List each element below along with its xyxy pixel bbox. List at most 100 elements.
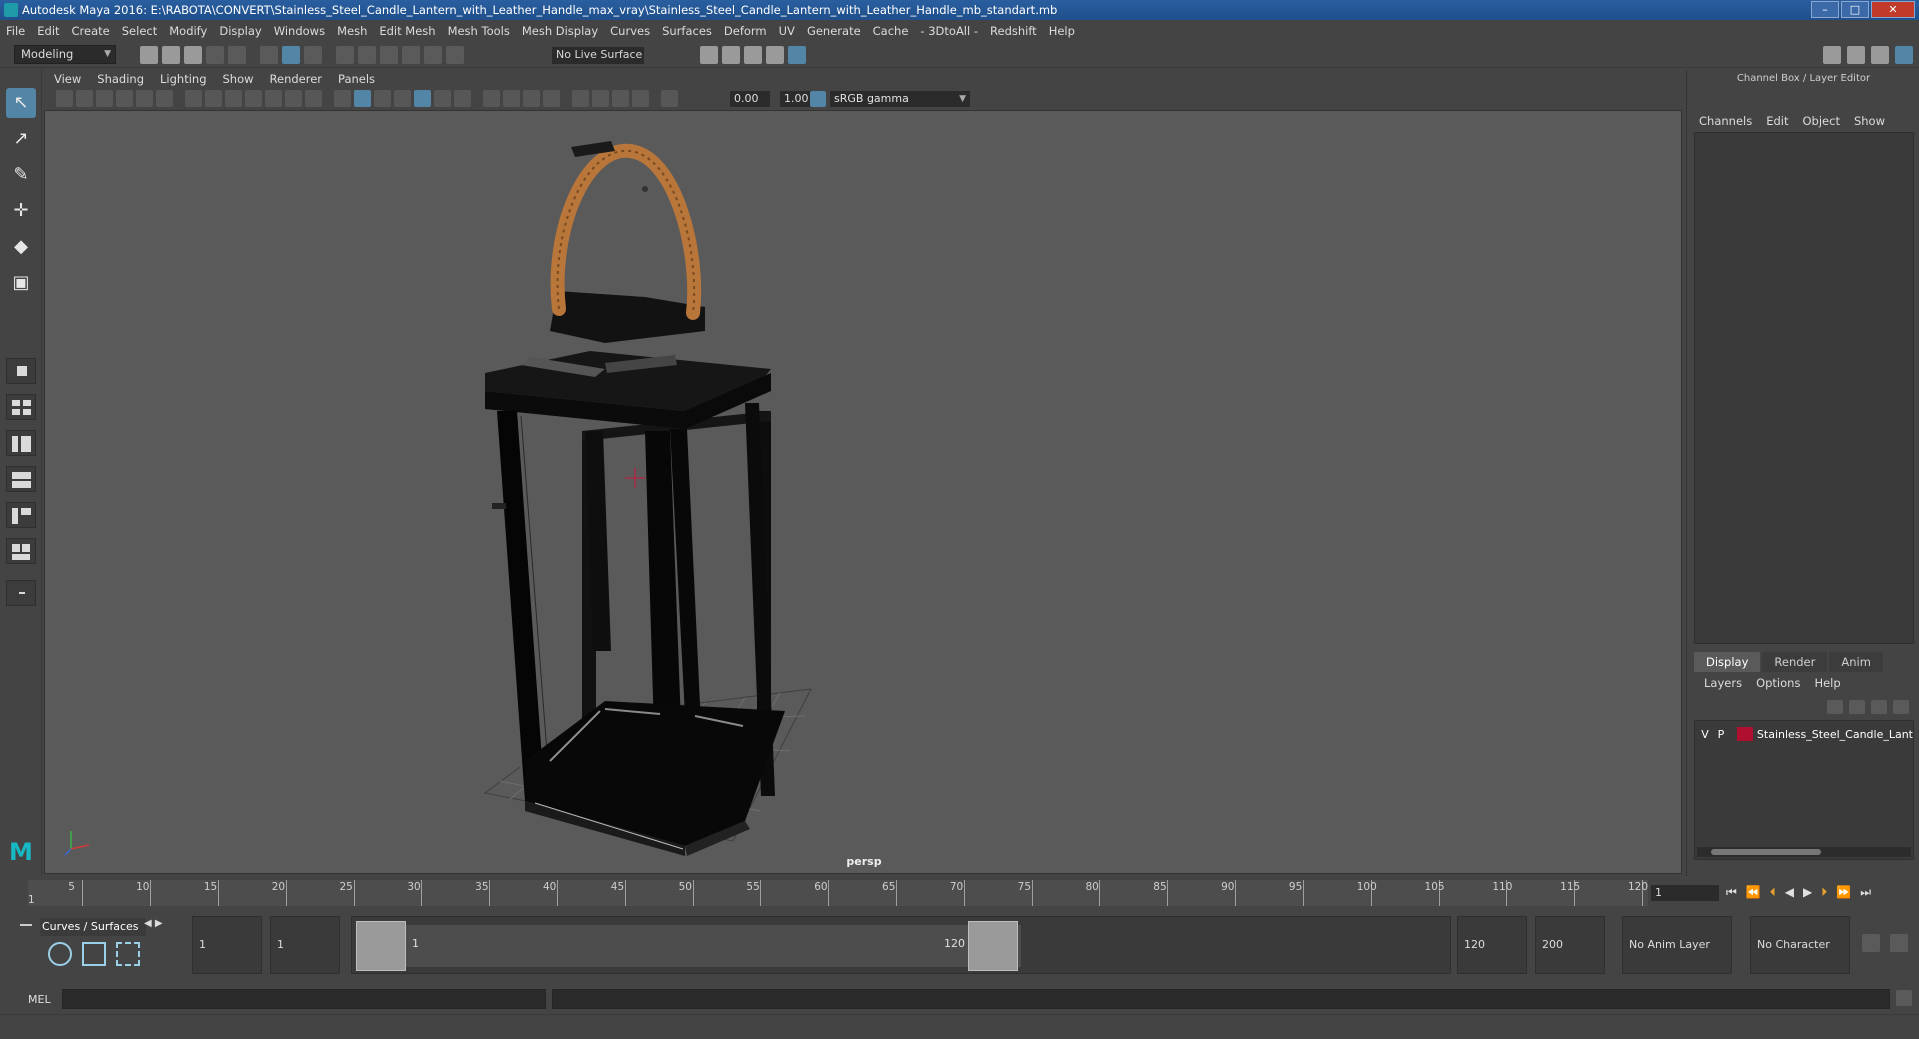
tool-settings-icon[interactable] [1871,46,1889,64]
open-scene-icon[interactable] [162,46,180,64]
range-slider-track[interactable]: 1 120 [351,916,1451,974]
panel-menu-lighting[interactable]: Lighting [160,72,206,86]
use-lights-icon[interactable] [434,90,451,107]
new-scene-icon[interactable] [140,46,158,64]
depth-of-field-icon[interactable] [543,90,560,107]
select-hierarchy-icon[interactable] [260,46,278,64]
tab-anim[interactable]: Anim [1829,652,1883,672]
render-view-icon[interactable] [700,46,718,64]
layer-color-swatch[interactable] [1736,727,1753,741]
layer-name[interactable]: Stainless_Steel_Candle_Lant [1757,728,1913,741]
exposure-icon[interactable] [661,90,678,107]
tab-display[interactable]: Display [1694,652,1761,672]
shelf-tab-curves-surfaces[interactable]: Curves / Surfaces [40,918,146,936]
layout-single-perspective[interactable] [6,358,36,384]
menu-icon[interactable] [20,924,32,926]
maximize-button[interactable]: □ [1841,1,1869,18]
layer-playback-toggle[interactable]: P [1713,728,1729,741]
magnet-icon[interactable] [446,46,464,64]
safe-action-icon[interactable] [285,90,302,107]
color-space-dropdown[interactable]: sRGB gamma ▼ [830,91,970,107]
smooth-shade-icon[interactable] [354,90,371,107]
auto-key-icon[interactable] [1862,934,1880,952]
step-back-icon[interactable]: ⏪ [1746,885,1761,900]
channel-menu-show[interactable]: Show [1854,114,1885,128]
character-set-dropdown[interactable]: No Character Set [1750,916,1850,1007]
panel-menu-renderer[interactable]: Renderer [270,72,323,86]
channel-box-icon[interactable] [1895,46,1913,64]
attribute-editor-icon[interactable] [1847,46,1865,64]
menu-edit-mesh[interactable]: Edit Mesh [379,24,435,38]
channel-menu-edit[interactable]: Edit [1766,114,1788,128]
new-layer-icon[interactable] [1871,700,1887,714]
select-component-icon[interactable] [304,46,322,64]
wireframe-icon[interactable] [334,90,351,107]
camera-attributes-icon[interactable] [136,90,153,107]
menu-generate[interactable]: Generate [807,24,861,38]
range-end-handle[interactable] [968,921,1018,971]
layout-custom[interactable] [6,580,36,606]
panel-menu-panels[interactable]: Panels [338,72,375,86]
time-slider-track[interactable]: 1 5 10 15 20 25 30 35 40 45 50 55 60 65 70 75 80 85 90 95 1… [28,880,1648,906]
nurbs-square-icon[interactable] [82,942,106,966]
time-slider[interactable]: 1 5 10 15 20 25 30 35 40 45 50 55 60 65 70 75 80 85 90 95 1… [0,876,1919,910]
panel-menu-show[interactable]: Show [223,72,254,86]
menu-file[interactable]: File [6,24,25,38]
menu-mesh-display[interactable]: Mesh Display [522,24,598,38]
snap-curve-icon[interactable] [358,46,376,64]
layout-four-view[interactable] [6,394,36,420]
menu-edit[interactable]: Edit [37,24,59,38]
panel-menu-shading[interactable]: Shading [97,72,144,86]
save-scene-icon[interactable] [184,46,202,64]
layout-persp-outliner[interactable] [6,430,36,456]
hypershade-icon[interactable] [788,46,806,64]
play-forwards-icon[interactable]: ▶ [1803,885,1812,900]
screen-space-ao-icon[interactable] [483,90,500,107]
menu-windows[interactable]: Windows [274,24,325,38]
menu-create[interactable]: Create [72,24,110,38]
image-plane-icon[interactable] [116,90,133,107]
layout-persp-uv[interactable] [6,538,36,564]
menu-3dtoall[interactable]: - 3DtoAll - [920,24,978,38]
safe-title-icon[interactable] [305,90,322,107]
layer-move-down-icon[interactable] [1849,700,1865,714]
animation-preferences-icon[interactable] [1890,934,1908,952]
menu-set-selector[interactable]: Modeling ▼ [14,45,116,64]
xray-icon[interactable] [592,90,609,107]
menu-help[interactable]: Help [1049,24,1075,38]
step-forward-icon[interactable]: ⏩ [1836,885,1851,900]
default-material-icon[interactable] [374,90,391,107]
menu-mesh[interactable]: Mesh [337,24,367,38]
gate-mask-icon[interactable] [245,90,262,107]
undo-icon[interactable] [206,46,224,64]
end-frame-field[interactable]: 200 [1535,916,1605,974]
range-start-handle[interactable] [356,921,406,971]
select-tool[interactable]: ↖ [6,88,36,118]
exposure-field[interactable]: 0.00 [730,91,770,107]
shelf-arrows-icon[interactable]: ◀ ▶ [144,918,163,929]
rotate-tool[interactable]: ◆ [6,232,36,262]
perspective-viewport[interactable]: persp [44,110,1682,874]
camera-lock-icon[interactable] [76,90,93,107]
bookmark-icon[interactable] [96,90,113,107]
xray-joints-icon[interactable] [612,90,629,107]
command-input[interactable] [62,989,546,1009]
anim-layer-dropdown[interactable]: No Anim Layer [1622,916,1732,974]
snap-point-icon[interactable] [380,46,398,64]
motion-blur-icon[interactable] [503,90,520,107]
menu-deform[interactable]: Deform [724,24,767,38]
live-surface-field[interactable]: No Live Surface [552,47,644,64]
script-language-label[interactable]: MEL [28,993,51,1006]
menu-select[interactable]: Select [122,24,157,38]
color-management-icon[interactable] [810,91,826,107]
snap-live-icon[interactable] [424,46,442,64]
step-forward-key-icon[interactable]: ⏵ [1821,885,1827,900]
menu-modify[interactable]: Modify [169,24,207,38]
menu-uv[interactable]: UV [779,24,795,38]
lasso-tool[interactable]: ↗ [6,124,36,154]
menu-mesh-tools[interactable]: Mesh Tools [448,24,510,38]
camera-select-icon[interactable] [56,90,73,107]
menu-curves[interactable]: Curves [610,24,650,38]
snap-grid-icon[interactable] [336,46,354,64]
ep-curve-tool-icon[interactable] [116,942,140,966]
